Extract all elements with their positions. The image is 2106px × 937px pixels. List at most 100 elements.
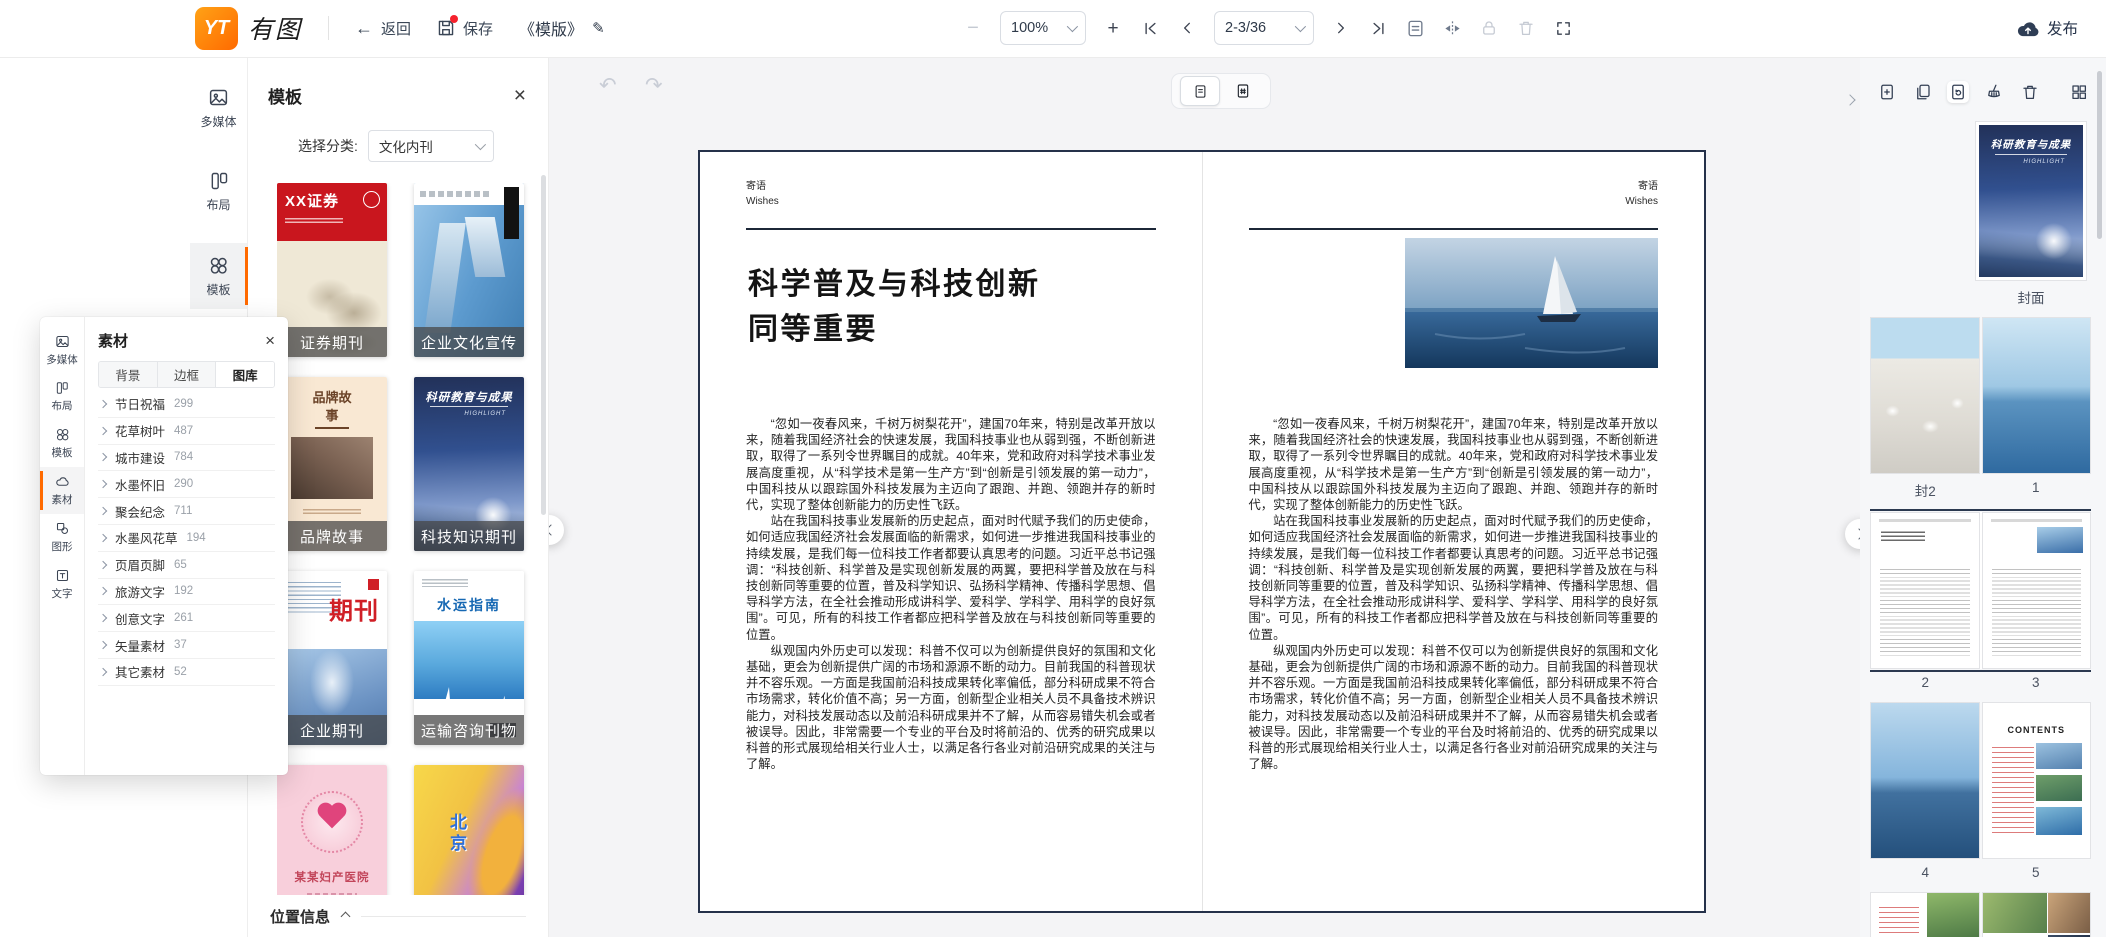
- position-info-section[interactable]: 位置信息: [248, 895, 548, 937]
- thumbnail-page-6[interactable]: [1870, 892, 1980, 937]
- zoom-select[interactable]: 100%: [1000, 11, 1086, 45]
- app-logo[interactable]: YT: [195, 7, 238, 50]
- edit-icon[interactable]: ✎: [592, 19, 605, 37]
- template-card-tech-journal[interactable]: 科研教育与成果 HIGHLIGHT 科技知识期刊: [414, 377, 524, 551]
- tab-border[interactable]: 边框: [158, 362, 217, 387]
- mini-rail-item-template[interactable]: 模板: [40, 420, 84, 467]
- thumbnail-cover[interactable]: 科研教育与成果 HIGHLIGHT 封面: [1870, 121, 2087, 307]
- rail-label: 布局: [206, 196, 230, 213]
- assets-tabs: 背景 边框 图库: [98, 361, 275, 388]
- expand-panel-icon[interactable]: [1846, 91, 1854, 109]
- page-right[interactable]: 寄语 Wishes: [1202, 152, 1705, 911]
- mini-rail-label: 模板: [52, 445, 73, 460]
- cover-title: 品牌故事: [312, 389, 352, 424]
- thumbnail-page-2[interactable]: [1870, 512, 1980, 669]
- spread-view-button[interactable]: [1224, 77, 1262, 105]
- back-icon: ←: [355, 18, 373, 39]
- close-icon[interactable]: ×: [265, 332, 275, 349]
- next-page-button[interactable]: [1331, 18, 1351, 38]
- asset-category-row[interactable]: 旅游文字192: [98, 579, 275, 606]
- zoom-in-button[interactable]: +: [1103, 18, 1123, 38]
- mini-rail-label: 多媒体: [46, 352, 78, 367]
- asset-category-row[interactable]: 页眉页脚65: [98, 552, 275, 579]
- article-body[interactable]: “忽如一夜春风来，千树万树梨花开”，建国70年来，特别是改革开放以来，随着我国经…: [1249, 416, 1659, 772]
- grid-view-icon[interactable]: [2068, 81, 2090, 103]
- mini-rail-item-layout[interactable]: 布局: [40, 374, 84, 420]
- chevron-right-icon: [99, 480, 107, 488]
- thumbnail-page-4[interactable]: [1870, 702, 1980, 859]
- mini-rail-label: 布局: [52, 398, 73, 413]
- back-button[interactable]: ← 返回: [355, 18, 411, 39]
- fullscreen-button[interactable]: [1553, 18, 1573, 38]
- asset-category-row[interactable]: 矢量素材37: [98, 632, 275, 659]
- single-page-view-button[interactable]: [1180, 76, 1220, 106]
- canvas-area[interactable]: ↶ ↷ 寄语 Wishes 科学普及与科技创新 同等重: [549, 57, 1860, 937]
- undo-icon[interactable]: ↶: [599, 73, 617, 98]
- save-button[interactable]: 保存: [437, 18, 493, 39]
- template-card-hospital[interactable]: 某某妇产医院: [277, 765, 387, 895]
- template-grid: XX证券 证券期刊 企业文化宣传 品牌故事 品牌故事: [277, 183, 530, 895]
- asset-category-row[interactable]: 其它素材52: [98, 659, 275, 686]
- thumbnail-page-5[interactable]: CONTENTS: [1982, 702, 2092, 859]
- page-left[interactable]: 寄语 Wishes 科学普及与科技创新 同等重要 “忽如一夜春风来，千树万树梨花…: [700, 152, 1202, 911]
- category-select[interactable]: 文化内刊: [368, 130, 494, 162]
- asset-category-row[interactable]: 花草树叶487: [98, 418, 275, 445]
- clear-page-icon[interactable]: [1983, 81, 2005, 103]
- thumbnail-page-cover2[interactable]: [1870, 317, 1980, 474]
- asset-category-row[interactable]: 水墨怀旧290: [98, 471, 275, 498]
- asset-category-row[interactable]: 节日祝福299: [98, 391, 275, 418]
- template-card-brand-story[interactable]: 品牌故事 品牌故事: [277, 377, 387, 551]
- tab-gallery[interactable]: 图库: [216, 362, 274, 387]
- page-setup-button[interactable]: [1405, 18, 1425, 38]
- page-spread[interactable]: 寄语 Wishes 科学普及与科技创新 同等重要 “忽如一夜春风来，千树万树梨花…: [698, 150, 1706, 913]
- zoom-out-button[interactable]: −: [963, 18, 983, 38]
- add-page-icon[interactable]: [1876, 81, 1898, 103]
- last-page-button[interactable]: [1368, 18, 1388, 38]
- duplicate-page-icon[interactable]: [1912, 81, 1934, 103]
- mini-rail-item-shapes[interactable]: 图形: [40, 514, 84, 561]
- chevron-right-icon: [99, 614, 107, 622]
- template-card-securities[interactable]: XX证券 证券期刊: [277, 183, 387, 357]
- template-card-shipping-journal[interactable]: 水运指南 运输咨询刊物: [414, 571, 524, 745]
- asset-category-row[interactable]: 创意文字261: [98, 605, 275, 632]
- first-page-button[interactable]: [1140, 18, 1160, 38]
- paragraph: 站在我国科技事业发展新的历史起点，面对时代赋予我们的历史使命，如何适应我国经济社…: [1249, 513, 1659, 643]
- prev-page-button[interactable]: [1177, 18, 1197, 38]
- delete-button[interactable]: [1516, 18, 1536, 38]
- pages-panel-scrollbar[interactable]: [2097, 71, 2102, 239]
- sailboat-photo[interactable]: [1405, 238, 1658, 368]
- asset-category-row[interactable]: 聚会纪念711: [98, 498, 275, 525]
- delete-page-icon[interactable]: [2019, 81, 2041, 103]
- mini-rail-item-text[interactable]: 文字: [40, 561, 84, 608]
- assets-panel-title: 素材: [98, 330, 128, 351]
- publish-button[interactable]: 发布: [2017, 17, 2078, 39]
- close-icon[interactable]: ×: [514, 85, 526, 106]
- thumbnail-page-3[interactable]: [1982, 512, 2092, 669]
- redo-icon[interactable]: ↷: [645, 73, 663, 98]
- mini-rail-item-assets[interactable]: 素材: [40, 467, 84, 514]
- rail-item-layout[interactable]: 布局: [190, 159, 247, 225]
- document-title-text: 《模版》: [519, 16, 583, 40]
- template-panel-scrollbar[interactable]: [541, 175, 546, 515]
- replace-page-icon[interactable]: [1947, 81, 1969, 103]
- rail-item-media[interactable]: 多媒体: [190, 75, 247, 141]
- thumbnail-page-1[interactable]: [1982, 317, 2092, 474]
- view-mode-toggle: [1171, 73, 1271, 109]
- rail-item-template[interactable]: 模板: [190, 243, 247, 309]
- tab-background[interactable]: 背景: [99, 362, 158, 387]
- mini-rail-item-media[interactable]: 多媒体: [40, 327, 84, 374]
- template-card-enterprise-journal[interactable]: 期刊 企业期刊: [277, 571, 387, 745]
- article-body[interactable]: “忽如一夜春风来，千树万树梨花开”，建国70年来，特别是改革开放以来，随着我国经…: [746, 416, 1156, 772]
- asset-category-row[interactable]: 城市建设784: [98, 445, 275, 472]
- template-card-beijing[interactable]: 北京: [414, 765, 524, 895]
- template-card-corporate-culture[interactable]: 企业文化宣传: [414, 183, 524, 357]
- page-select[interactable]: 2-3/36: [1214, 11, 1314, 45]
- template-label: 企业期刊: [277, 715, 387, 745]
- mirror-pages-button[interactable]: [1442, 18, 1462, 38]
- article-title[interactable]: 科学普及与科技创新 同等重要: [748, 262, 1041, 352]
- thumbnail-pair: CONTENTS 4 5: [1870, 702, 2091, 880]
- asset-category-row[interactable]: 水墨风花草194: [98, 525, 275, 552]
- lock-button[interactable]: [1479, 18, 1499, 38]
- assets-mini-rail: 多媒体 布局 模板 素材 图形 文字: [40, 317, 85, 775]
- thumbnail-page-7[interactable]: [1982, 892, 2092, 937]
